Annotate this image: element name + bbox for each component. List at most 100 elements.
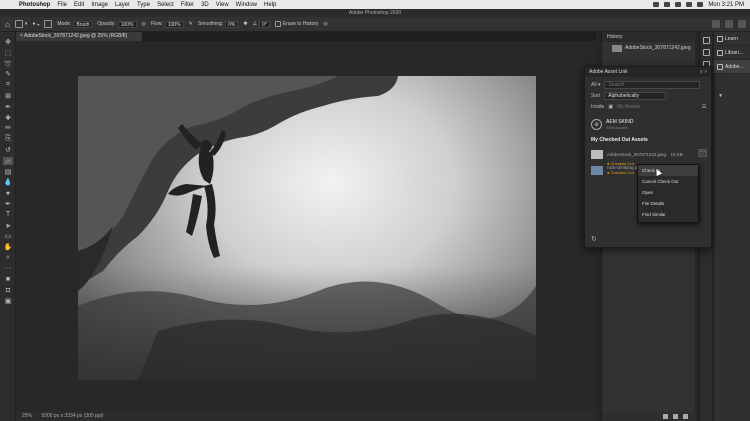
snapshot-icon[interactable] — [673, 414, 678, 419]
mode-select[interactable]: Brush — [73, 20, 93, 28]
mask-tool-icon[interactable]: ◘ — [3, 286, 13, 294]
history-panel-icon[interactable] — [702, 37, 710, 44]
adobe-asset-link-tab[interactable]: Adobe... — [714, 60, 750, 74]
cc-icon[interactable] — [664, 2, 671, 7]
new-document-icon[interactable] — [663, 414, 668, 419]
menu-file[interactable]: File — [57, 2, 67, 8]
inside-label: Inside — [591, 104, 605, 110]
menu-image[interactable]: Image — [91, 2, 108, 8]
brush-tool-icon[interactable]: ✏ — [3, 124, 13, 132]
brush-panel-toggle[interactable] — [44, 20, 53, 28]
bluetooth-icon[interactable] — [675, 2, 682, 7]
dropbox-icon[interactable] — [653, 2, 660, 7]
gradient-tool-icon[interactable]: ▤ — [3, 168, 13, 176]
history-snapshot[interactable]: AdobeStock_307871242.jpeg — [602, 42, 695, 54]
history-panel-title[interactable]: History — [602, 32, 695, 42]
brush-settings[interactable]: ● ▾ — [32, 21, 39, 27]
colors-tool-icon[interactable]: ■ — [3, 276, 13, 284]
wifi-icon[interactable] — [686, 2, 693, 7]
learn-tab[interactable]: Learn — [714, 32, 750, 46]
pressure-size-icon[interactable]: ◎ — [323, 21, 327, 27]
menu-open[interactable]: Open — [638, 187, 698, 198]
move-tool-icon[interactable]: ✥ — [3, 38, 13, 46]
filter-icon[interactable]: ▼ — [718, 93, 723, 99]
eraser-tool-icon[interactable]: ▱ — [3, 156, 13, 165]
rectangle-tool-icon[interactable]: ▭ — [3, 232, 13, 240]
frame-tool-icon[interactable]: ⊠ — [3, 92, 13, 100]
trash-icon[interactable] — [683, 414, 688, 419]
list-view-icon[interactable]: ☰ — [702, 104, 706, 110]
folder-icon: ▣ — [608, 104, 614, 110]
blur-tool-icon[interactable]: 💧 — [3, 178, 13, 186]
clock[interactable]: Mon 3:21 PM — [708, 2, 744, 8]
learn-tab-label: Learn — [725, 35, 738, 42]
menu-help[interactable]: Help — [264, 2, 276, 8]
menu-check-in[interactable]: Check In — [638, 165, 698, 176]
type-tool-icon[interactable]: T — [3, 211, 13, 219]
path-select-tool-icon[interactable]: ➤ — [3, 222, 13, 230]
smoothing-field[interactable]: 0% — [225, 20, 239, 28]
doc-info[interactable]: 5000 px x 3334 px (300 ppi) — [41, 413, 103, 419]
eraser-preset-icon — [14, 20, 23, 28]
marquee-tool-icon[interactable]: ⬚ — [3, 49, 13, 57]
angle-field[interactable]: 0° — [259, 20, 270, 28]
sort-select[interactable]: Alphabetically — [604, 92, 667, 100]
menu-select[interactable]: Select — [157, 2, 174, 8]
share-icon[interactable] — [738, 20, 746, 28]
search-icon[interactable] — [712, 20, 720, 28]
menu-window[interactable]: Window — [236, 2, 257, 8]
menu-type[interactable]: Type — [137, 2, 150, 8]
flow-field[interactable]: 100% — [164, 20, 184, 28]
asset-thumbnail — [591, 149, 603, 159]
aem-server[interactable]: ⚙ AEM SKIND AEM Assets — [591, 119, 634, 130]
menu-view[interactable]: View — [216, 2, 229, 8]
menu-cancel-check-out[interactable]: Cancel Check Out — [638, 176, 698, 187]
asset-item[interactable]: AdobeStock_307871242.jpeg 10 KB ● Checke… — [591, 147, 709, 166]
quick-select-tool-icon[interactable]: ✎ — [3, 70, 13, 78]
pressure-opacity-icon[interactable]: ◎ — [142, 21, 146, 27]
more-tool-icon[interactable]: ··· — [3, 265, 13, 273]
canvas-area[interactable] — [16, 41, 596, 411]
refresh-icon[interactable]: ↻ — [591, 235, 597, 243]
menu-3d[interactable]: 3D — [201, 2, 209, 8]
zoom-level[interactable]: 25% — [22, 413, 32, 419]
smoothing-settings-icon[interactable]: ✱ — [243, 21, 247, 27]
history-brush-tool-icon[interactable]: ↺ — [3, 146, 13, 154]
document-tab[interactable]: × AdobeStock_307871242.jpeg @ 25% (RGB/8… — [16, 32, 142, 41]
erase-to-history-checkbox[interactable]: Erase to History — [274, 21, 318, 27]
search-input[interactable]: Search — [604, 81, 701, 89]
asset-status-text: Checked Out — [610, 170, 634, 175]
all-filter[interactable]: All ▾ — [591, 82, 600, 88]
menu-find-similar[interactable]: Find Similar — [638, 209, 698, 220]
eyedropper-tool-icon[interactable]: ✒ — [3, 103, 13, 111]
heal-tool-icon[interactable]: ✚ — [3, 114, 13, 122]
menu-file-details[interactable]: File Details — [638, 198, 698, 209]
pen-tool-icon[interactable]: ✒ — [3, 200, 13, 208]
menu-layer[interactable]: Layer — [115, 2, 130, 8]
tool-preset-picker[interactable]: ▾ — [14, 20, 27, 28]
adobe-asset-link-tab-label: Adobe... — [725, 63, 744, 70]
lasso-tool-icon[interactable]: ➰ — [3, 60, 13, 68]
inside-value[interactable]: My Assets — [617, 104, 640, 110]
home-icon[interactable]: ⌂ — [5, 20, 10, 29]
panel-menu-icon[interactable]: ≡ » — [700, 67, 707, 77]
battery-icon[interactable] — [697, 2, 704, 7]
dodge-tool-icon[interactable]: ● — [3, 189, 13, 197]
zoom-tool-icon[interactable]: ⌕ — [3, 254, 13, 262]
adjustments-panel-icon[interactable] — [702, 49, 710, 56]
stamp-tool-icon[interactable]: ⎘ — [3, 135, 13, 143]
hand-tool-icon[interactable]: ✋ — [3, 243, 13, 251]
menu-filter[interactable]: Filter — [181, 2, 194, 8]
libraries-tab[interactable]: Librari... — [714, 46, 750, 60]
menu-app[interactable]: Photoshop — [19, 2, 50, 8]
menu-edit[interactable]: Edit — [74, 2, 84, 8]
mode-label: Mode: — [57, 21, 72, 27]
asset-link-title-bar[interactable]: Adobe Asset Link ≡ » — [585, 67, 711, 77]
asset-more-button[interactable]: ··· — [698, 149, 707, 157]
document-image[interactable] — [78, 76, 536, 380]
opacity-field[interactable]: 100% — [117, 20, 137, 28]
crop-tool-icon[interactable]: ⌗ — [3, 81, 13, 89]
screen-mode-tool-icon[interactable]: ▣ — [3, 297, 13, 305]
airbrush-icon[interactable]: ✎ — [189, 21, 193, 27]
workspace-icon[interactable] — [725, 20, 733, 28]
